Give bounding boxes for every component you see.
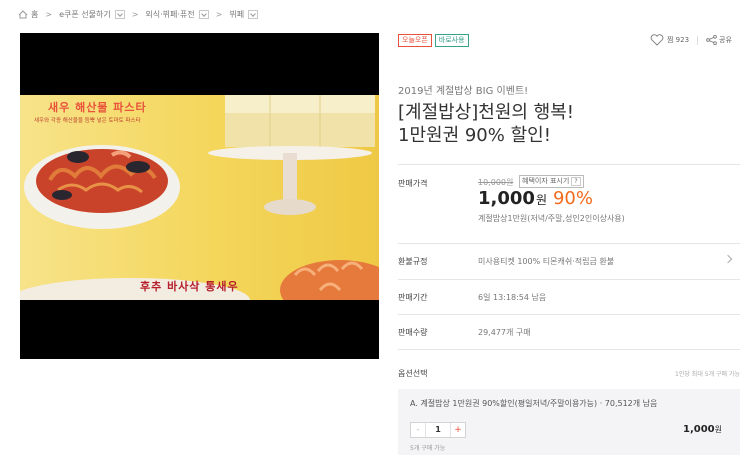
breadcrumb-item-dining[interactable]: 외식·뷔페·퓨전 [145, 9, 194, 20]
option-select-label: 옵션선택 [398, 369, 428, 378]
quantity-input[interactable]: 1 [425, 423, 451, 437]
divider [398, 314, 740, 315]
event-subtitle: 2019년 계절밥상 BIG 이벤트! [398, 86, 529, 97]
divider [398, 349, 740, 350]
sale-price: 1,000원 90% [478, 188, 593, 209]
increase-button[interactable]: + [451, 423, 465, 437]
sale-period-value: 6일 13:18:54 남음 [478, 293, 547, 302]
divider [697, 35, 699, 45]
breadcrumb-home[interactable]: 홈 [31, 9, 38, 20]
share-label[interactable]: 공유 [719, 35, 732, 45]
badge-today-open: 오늘오픈 [398, 34, 432, 47]
benefit-display-button[interactable]: 혜택이자 표시기? [519, 175, 584, 188]
refund-value[interactable]: 미사용티켓 100% 티몬캐쉬·적립금 환불 [478, 256, 614, 267]
product-photo: 새우 해산물 파스타 새우와 각종 해산물을 듬뿍 넣은 토마토 파스타 후추 … [20, 95, 379, 300]
chevron-down-icon[interactable] [248, 9, 259, 19]
share-icon[interactable] [706, 35, 717, 45]
banner-caption: 후추 바사삭 통새우 [140, 280, 239, 293]
divider [398, 164, 740, 165]
price-label: 판매가격 [398, 179, 428, 188]
product-title: [계절밥상]천원의 행복! 1만원권 90% 할인! [398, 101, 574, 147]
breadcrumb-item-buffet[interactable]: 뷔페 [229, 9, 244, 20]
price-unit: 원 [535, 193, 547, 207]
chevron-down-icon[interactable] [198, 9, 209, 19]
option-price-amount: 1,000 [683, 424, 715, 435]
sale-period-label: 판매기간 [398, 293, 428, 302]
original-price: 10,000원 [478, 178, 514, 187]
like-count[interactable]: 찜 923 [667, 35, 689, 45]
breadcrumb: 홈 > e쿠폰 선물하기 > 외식·뷔페·퓨전 > 뷔페 [18, 7, 259, 21]
price-amount: 1,000 [478, 188, 535, 209]
option-name: A. 계절밥상 1만원권 90%할인(평일저녁/주말이용가능) · 70,512… [410, 399, 658, 408]
purchase-limit-note: 1인당 최대 5개 구매 가능 [675, 371, 740, 378]
chevron-down-icon[interactable] [114, 9, 125, 19]
chevron-right-icon: > [215, 9, 223, 19]
chevron-right-icon: > [131, 9, 139, 19]
discount-rate: 90% [552, 188, 593, 209]
decrease-button[interactable]: - [411, 423, 425, 437]
divider [398, 243, 740, 244]
option-price-unit: 원 [714, 425, 723, 434]
deal-badges: 오늘오픈 바로사용 [398, 34, 469, 47]
quantity-stepper: - 1 + [410, 422, 466, 438]
home-icon[interactable] [18, 9, 28, 19]
divider [398, 279, 740, 280]
help-icon[interactable]: ? [571, 177, 581, 186]
product-title-line1: [계절밥상]천원의 행복! [398, 102, 575, 123]
price-subtitle: 계절밥상1만원(저녁/주말,성인2인이상사용) [478, 214, 625, 223]
sales-count-value: 29,477개 구매 [478, 328, 531, 337]
option-price: 1,000원 [683, 424, 722, 435]
benefit-display-label: 혜택이자 표시기 [522, 177, 570, 185]
like-share-bar: 찜 923 공유 [650, 34, 732, 46]
breadcrumb-item-ecoupon[interactable]: e쿠폰 선물하기 [59, 9, 111, 20]
sales-count-label: 판매수량 [398, 328, 428, 337]
heart-icon[interactable] [650, 34, 664, 46]
product-title-line2: 1만원권 90% 할인! [398, 125, 551, 146]
banner-title: 새우 해산물 파스타 [48, 101, 147, 114]
refund-label: 환불규정 [398, 257, 428, 266]
chevron-right-icon: > [45, 9, 53, 19]
banner-desc: 새우와 각종 해산물을 듬뿍 넣은 토마토 파스타 [34, 118, 141, 124]
food-illustration [20, 95, 379, 300]
chevron-right-icon[interactable] [723, 254, 733, 264]
product-image[interactable]: 새우 해산물 파스타 새우와 각종 해산물을 듬뿍 넣은 토마토 파스타 후추 … [20, 33, 379, 359]
max-purchase-note: 5개 구매 가능 [410, 445, 446, 452]
badge-instant-use: 바로사용 [434, 34, 469, 47]
